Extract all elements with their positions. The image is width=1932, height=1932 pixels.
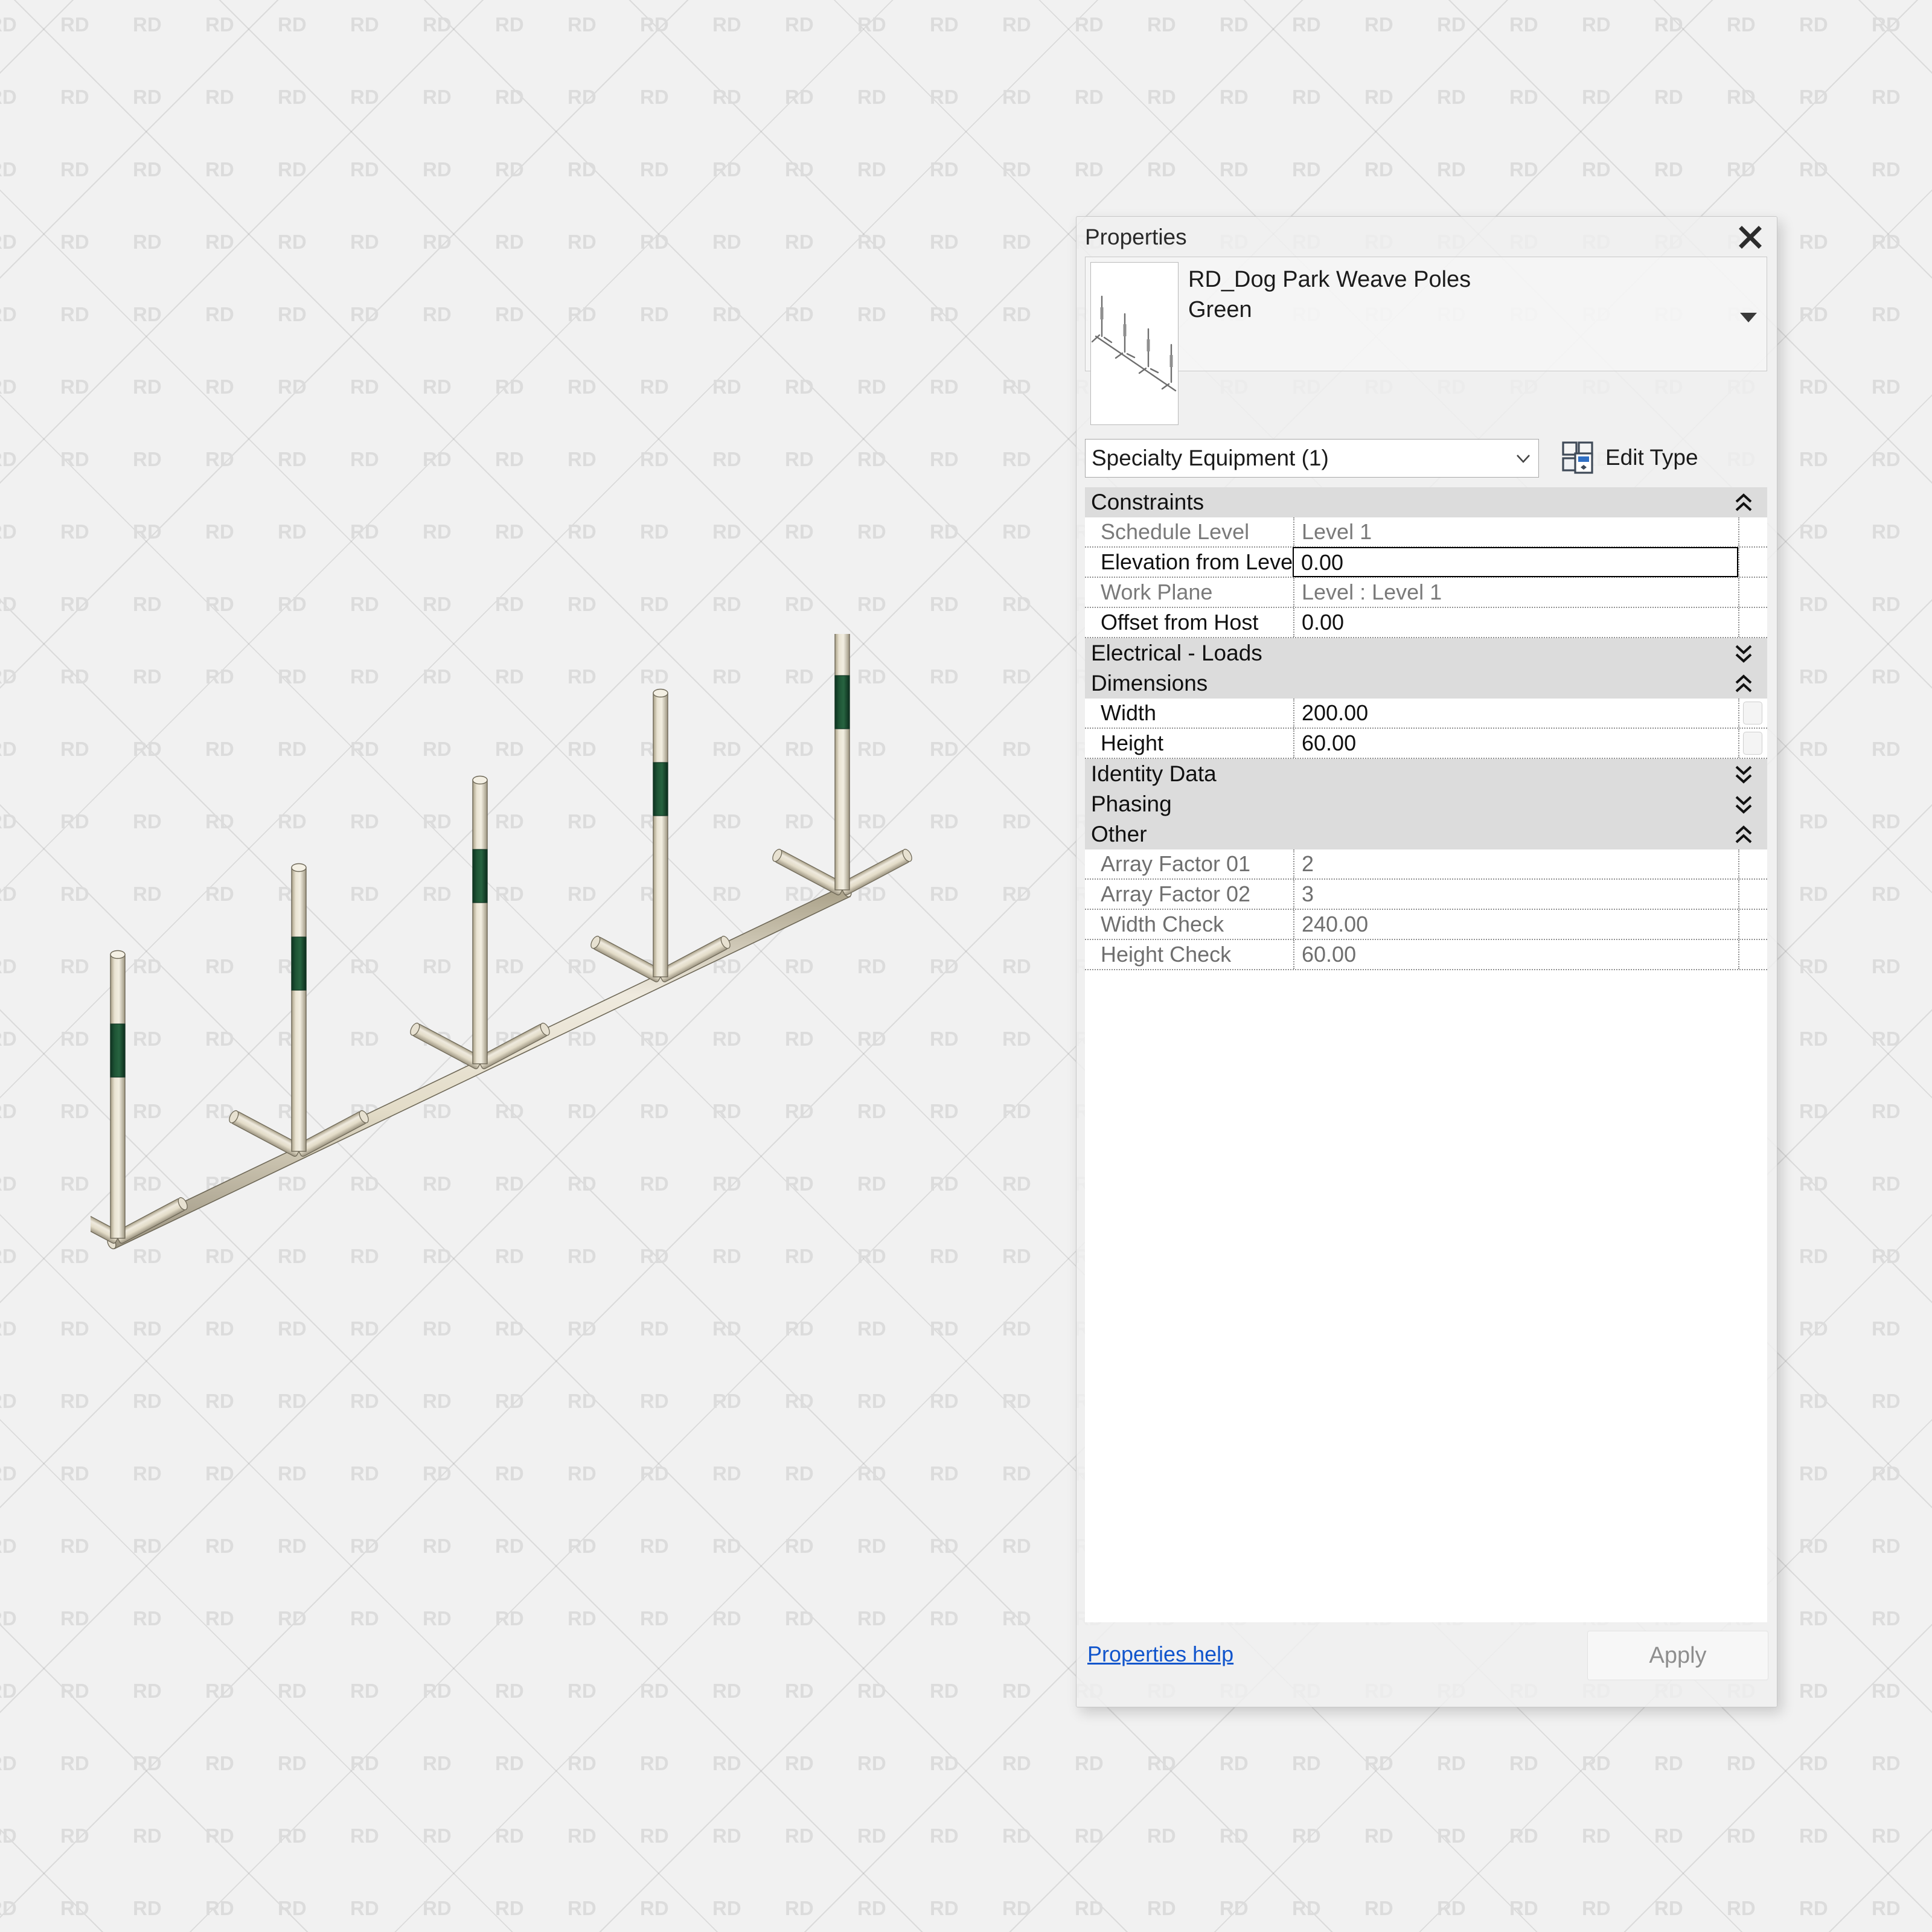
property-name: Work Plane [1085,578,1293,607]
type-name-line-2: Green [1188,295,1724,325]
panel-footer: Properties help Apply [1085,1628,1768,1689]
property-value[interactable]: 3 [1293,880,1738,909]
caret-down-icon[interactable] [1740,313,1757,322]
double-chevron-down-icon[interactable] [1733,794,1754,814]
double-chevron-up-icon[interactable] [1733,673,1754,694]
table-row[interactable]: Work PlaneLevel : Level 1 [1085,578,1767,608]
section-header-dimensions[interactable]: Dimensions [1085,668,1767,699]
page-title: Properties [1085,225,1187,249]
double-chevron-down-icon[interactable] [1733,643,1754,664]
table-row[interactable]: Width200.00 [1085,699,1767,729]
model-pole-5 [771,634,913,896]
property-value[interactable]: 60.00 [1293,940,1738,969]
model-pole-2 [228,864,370,1157]
model-pole-3 [409,776,551,1070]
table-row[interactable]: Height Check60.00 [1085,940,1767,970]
property-value[interactable]: 240.00 [1293,910,1738,939]
property-extra-cell [1738,578,1767,607]
type-selector-box[interactable]: RD_Dog Park Weave Poles Green [1085,257,1767,371]
section-header-constraints[interactable]: Constraints [1085,487,1767,517]
property-extra-cell [1738,940,1767,969]
property-extra-cell [1738,880,1767,909]
property-extra-cell [1738,548,1767,577]
edit-type-button[interactable]: Edit Type [1562,438,1698,478]
section-label: Phasing [1091,789,1172,819]
section-label: Dimensions [1091,668,1208,699]
close-icon[interactable] [1735,222,1766,253]
type-name: RD_Dog Park Weave Poles Green [1188,264,1724,325]
double-chevron-up-icon[interactable] [1733,824,1754,845]
weave-poles-3d-model[interactable] [91,634,936,1268]
table-row[interactable]: Schedule LevelLevel 1 [1085,517,1767,548]
property-value[interactable]: 200.00 [1293,699,1738,728]
section-label: Other [1091,819,1147,849]
section-label: Constraints [1091,487,1204,517]
property-extra-cell [1738,517,1767,546]
property-grid[interactable]: ConstraintsSchedule LevelLevel 1Elevatio… [1085,487,1767,1622]
model-pole-1 [91,951,189,1244]
edit-type-icon [1562,441,1596,474]
section-header-identity-data[interactable]: Identity Data [1085,759,1767,789]
table-row[interactable]: Array Factor 012 [1085,849,1767,880]
property-extra-cell [1738,849,1767,878]
table-row[interactable]: Array Factor 023 [1085,880,1767,910]
property-value[interactable]: 0.00 [1293,547,1738,577]
properties-help-link[interactable]: Properties help [1087,1642,1233,1667]
property-extra-cell [1738,729,1767,758]
property-name: Height Check [1085,940,1293,969]
property-name: Width [1085,699,1293,728]
property-name: Schedule Level [1085,517,1293,546]
property-name: Array Factor 01 [1085,849,1293,878]
property-name: Offset from Host [1085,608,1293,637]
double-chevron-down-icon[interactable] [1733,764,1754,784]
property-extra-cell [1738,699,1767,728]
table-row[interactable]: Elevation from Level0.00 [1085,548,1767,578]
table-row[interactable]: Height60.00 [1085,729,1767,759]
property-value[interactable]: 2 [1293,849,1738,878]
property-value[interactable]: 60.00 [1293,729,1738,758]
apply-button[interactable]: Apply [1587,1631,1768,1680]
property-value[interactable]: Level : Level 1 [1293,578,1738,607]
property-extra-cell [1738,608,1767,637]
panel-titlebar: Properties [1076,217,1777,257]
property-name: Array Factor 02 [1085,880,1293,909]
table-row[interactable]: Offset from Host0.00 [1085,608,1767,638]
category-row: Specialty Equipment (1) Edit Type [1085,439,1767,478]
section-header-electrical-loads[interactable]: Electrical - Loads [1085,638,1767,668]
double-chevron-up-icon[interactable] [1733,492,1754,513]
edit-type-label: Edit Type [1605,445,1698,470]
section-label: Identity Data [1091,759,1217,789]
section-label: Electrical - Loads [1091,638,1262,668]
property-name: Width Check [1085,910,1293,939]
type-thumbnail [1090,262,1179,425]
property-value[interactable]: 0.00 [1293,608,1738,637]
property-name: Elevation from Level [1085,548,1293,577]
section-header-other[interactable]: Other [1085,819,1767,849]
type-name-line-1: RD_Dog Park Weave Poles [1188,264,1724,295]
category-select[interactable]: Specialty Equipment (1) [1085,439,1539,478]
section-header-phasing[interactable]: Phasing [1085,789,1767,819]
properties-palette[interactable]: Properties [1076,216,1777,1707]
table-row[interactable]: Width Check240.00 [1085,910,1767,940]
property-name: Height [1085,729,1293,758]
property-extra-cell [1738,910,1767,939]
parameter-association-button[interactable] [1743,732,1762,755]
parameter-association-button[interactable] [1743,702,1762,724]
property-value[interactable]: Level 1 [1293,517,1738,546]
model-pole-4 [589,689,732,983]
category-select-label: Specialty Equipment (1) [1092,446,1514,471]
chevron-down-icon [1514,449,1532,467]
